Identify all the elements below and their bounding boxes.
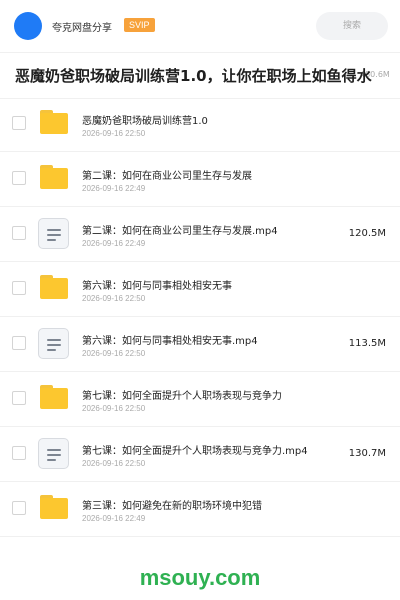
item-name: 第二课：如何在商业公司里生存与发展.mp4 — [82, 226, 278, 237]
item-name: 恶魔奶爸职场破局训练营1.0 — [82, 116, 208, 127]
list-item[interactable]: 第七课：如何全面提升个人职场表现与竞争力.mp4 2026-09-16 22:50… — [0, 428, 400, 482]
folder-icon — [38, 108, 70, 140]
item-name: 第三课：如何避免在新的职场环境中犯错 — [82, 501, 262, 512]
header: 夸克网盘分享 SVIP 搜索 — [0, 0, 400, 53]
list-item[interactable]: 第六课：如何与同事相处相安无事 2026-09-16 22:50 — [0, 263, 400, 317]
list-item[interactable]: 第七课：如何全面提升个人职场表现与竞争力 2026-09-16 22:50 — [0, 373, 400, 427]
item-checkbox[interactable] — [12, 171, 26, 185]
item-checkbox[interactable] — [12, 226, 26, 240]
svip-badge: SVIP — [124, 18, 155, 32]
item-date: 2026-09-16 22:49 — [82, 184, 146, 193]
avatar[interactable] — [14, 12, 42, 40]
item-date: 2026-09-16 22:49 — [82, 514, 146, 523]
item-date: 2026-09-16 22:50 — [82, 349, 146, 358]
item-checkbox[interactable] — [12, 281, 26, 295]
list-item[interactable]: 第三课：如何避免在新的职场环境中犯错 2026-09-16 22:49 — [0, 483, 400, 537]
app-name: 夸克网盘分享 — [52, 23, 112, 34]
item-size: 113.5M — [348, 338, 386, 349]
item-checkbox[interactable] — [12, 116, 26, 130]
video-file-icon — [38, 218, 70, 250]
item-date: 2026-09-16 22:50 — [82, 404, 146, 413]
share-page: 夸克网盘分享 SVIP 搜索 480.6M 恶魔奶爸职场破局训练营1.0，让你在… — [0, 0, 400, 600]
item-checkbox[interactable] — [12, 391, 26, 405]
item-name: 第六课：如何与同事相处相安无事.mp4 — [82, 336, 258, 347]
video-file-icon — [38, 328, 70, 360]
search-input[interactable]: 搜索 — [316, 12, 388, 40]
folder-icon — [38, 273, 70, 305]
folder-icon — [38, 383, 70, 415]
item-name: 第六课：如何与同事相处相安无事 — [82, 281, 232, 292]
video-file-icon — [38, 438, 70, 470]
item-size: 120.5M — [348, 228, 386, 239]
list-item[interactable]: 第二课：如何在商业公司里生存与发展.mp4 2026-09-16 22:49 120… — [0, 208, 400, 262]
folder-icon — [38, 493, 70, 525]
file-list: 恶魔奶爸职场破局训练营1.0 2026-09-16 22:50 第二课：如何在商业公… — [0, 98, 400, 538]
folder-title: 恶魔奶爸职场破局训练营1.0，让你在职场上如鱼得水 — [15, 67, 372, 85]
list-item[interactable]: 第二课：如何在商业公司里生存与发展 2026-09-16 22:49 — [0, 153, 400, 207]
list-item[interactable]: 第六课：如何与同事相处相安无事.mp4 2026-09-16 22:50 113.5… — [0, 318, 400, 372]
item-date: 2026-09-16 22:50 — [82, 459, 146, 468]
item-size: 130.7M — [348, 448, 386, 459]
item-date: 2026-09-16 22:50 — [82, 294, 146, 303]
folder-title-bar: 480.6M 恶魔奶爸职场破局训练营1.0，让你在职场上如鱼得水 — [0, 52, 400, 99]
item-checkbox[interactable] — [12, 336, 26, 350]
folder-icon — [38, 163, 70, 195]
item-name: 第七课：如何全面提升个人职场表现与竞争力.mp4 — [82, 446, 308, 457]
item-date: 2026-09-16 22:49 — [82, 239, 146, 248]
item-name: 第二课：如何在商业公司里生存与发展 — [82, 171, 252, 182]
item-name: 第七课：如何全面提升个人职场表现与竞争力 — [82, 391, 282, 402]
item-checkbox[interactable] — [12, 446, 26, 460]
item-date: 2026-09-16 22:50 — [82, 129, 146, 138]
item-checkbox[interactable] — [12, 501, 26, 515]
list-item[interactable]: 恶魔奶爸职场破局训练营1.0 2026-09-16 22:50 — [0, 98, 400, 152]
watermark: msouy.com — [139, 565, 261, 590]
